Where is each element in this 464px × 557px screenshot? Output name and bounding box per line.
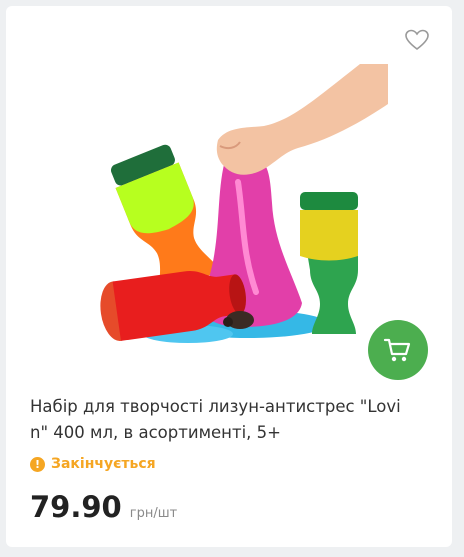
product-image[interactable] (68, 62, 388, 362)
price-amount: 79.90 (30, 490, 122, 524)
cart-icon (383, 338, 411, 362)
warning-icon: ! (30, 456, 45, 472)
add-to-cart-button[interactable] (368, 320, 428, 380)
product-title[interactable]: Набір для творчості лизун-антистрес "Lov… (30, 394, 420, 446)
heart-outline-icon (405, 29, 429, 51)
favorite-button[interactable] (404, 28, 430, 52)
price-block: 79.90 грн/шт (30, 490, 177, 524)
slime-toy-image (100, 64, 388, 343)
product-card[interactable]: Набір для творчості лизун-антистрес "Lov… (6, 6, 452, 547)
price-unit: грн/шт (129, 506, 178, 521)
stock-status: ! Закінчується (30, 454, 156, 474)
stock-status-label: Закінчується (51, 456, 156, 472)
